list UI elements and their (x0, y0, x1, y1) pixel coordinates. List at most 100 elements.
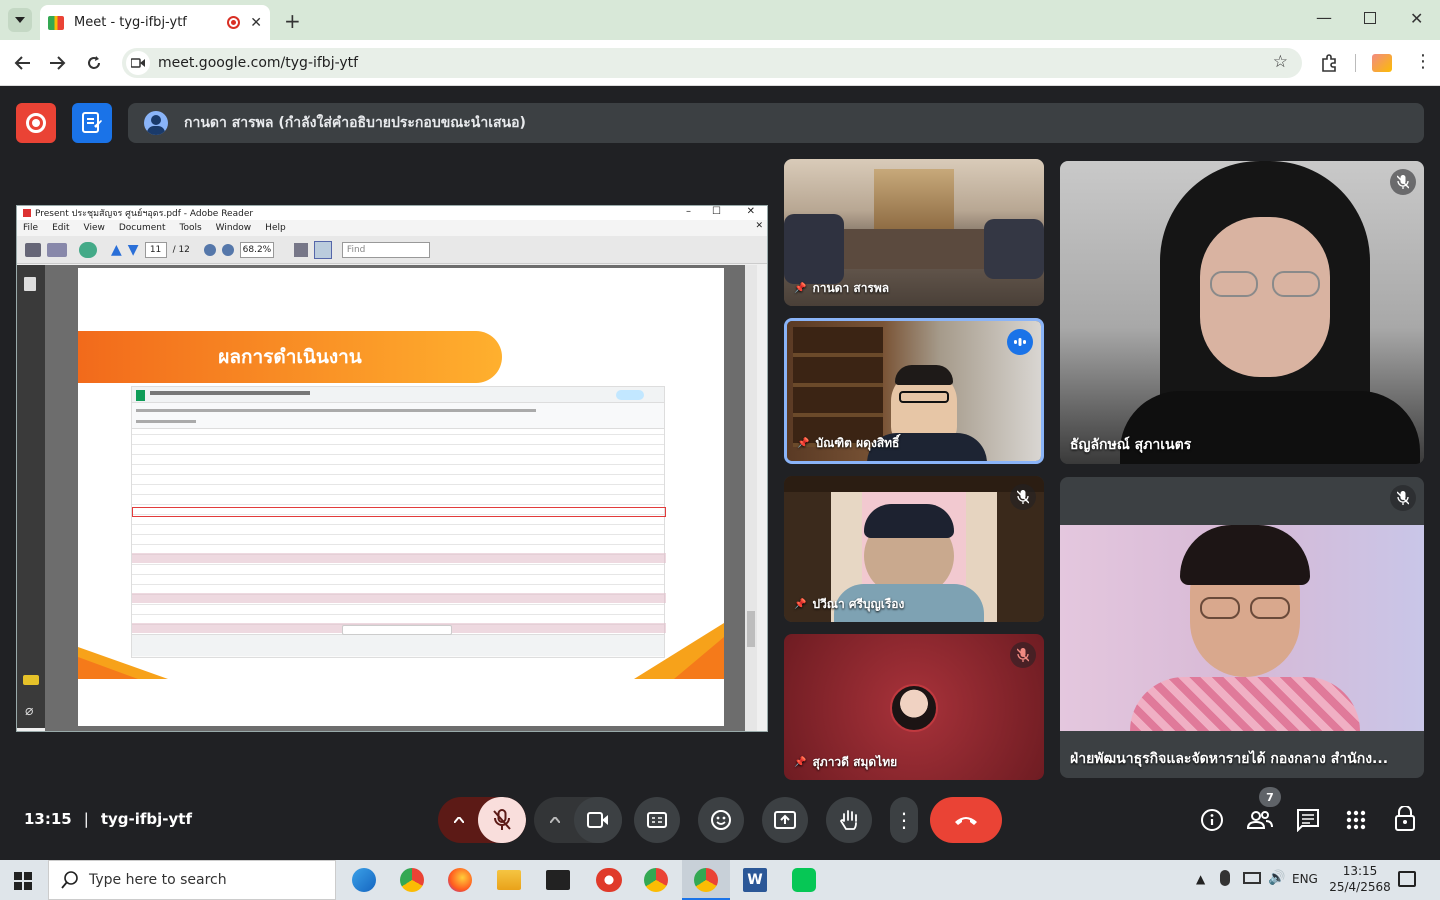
taskbar-search-box[interactable]: Type here to search (48, 860, 336, 900)
people-count-badge: 7 (1259, 787, 1281, 807)
prev-page-icon[interactable]: ▲ (111, 242, 122, 258)
participant-tile[interactable]: 📌 ปวีณา ศรีบุญเรือง (784, 476, 1044, 622)
notifications-icon[interactable] (1398, 871, 1416, 887)
extensions-icon[interactable] (1318, 52, 1340, 74)
pin-icon[interactable]: 📌 (794, 599, 806, 610)
pdf-titlebar: Present ประชุมสัญจร ศูนย์ฯอุดร.pdf - Ado… (17, 206, 767, 220)
close-window-button[interactable]: ✕ (1410, 9, 1423, 28)
pdf-doc-close-button[interactable]: ✕ (755, 221, 763, 231)
start-button[interactable] (14, 872, 32, 890)
back-button[interactable] (11, 52, 33, 74)
word-taskbar-icon[interactable]: W (743, 868, 767, 892)
participant-name: ฝ่ายพัฒนาธุรกิจและจัดหารายได้ กองกลาง สำ… (1070, 748, 1388, 770)
people-button[interactable] (1246, 808, 1274, 832)
taskbar-search-placeholder: Type here to search (89, 872, 227, 888)
participant-name: 📌 กานดา สารพล (794, 279, 889, 298)
pdf-scrollbar[interactable] (745, 265, 757, 731)
present-button[interactable] (762, 797, 808, 843)
chat-button[interactable] (1296, 808, 1320, 832)
camera-options-button[interactable] (534, 797, 576, 843)
firefox-taskbar-icon[interactable] (448, 868, 472, 892)
collaborate-icon[interactable] (79, 241, 97, 258)
mic-toggle-button[interactable] (478, 797, 526, 843)
fullscreen-icon[interactable] (313, 240, 332, 259)
pdf-menu-help[interactable]: Help (265, 223, 286, 233)
attachments-panel-icon[interactable]: ⌀ (25, 703, 33, 719)
tray-clock[interactable]: 13:15 25/4/2568 (1328, 863, 1392, 895)
captions-button[interactable] (634, 797, 680, 843)
minimize-button[interactable]: — (1316, 8, 1332, 27)
pdf-menu-window[interactable]: Window (216, 223, 252, 233)
pin-icon[interactable]: 📌 (797, 438, 809, 449)
participant-tile[interactable]: 📌 สุภาวดี สมุดไทย (784, 634, 1044, 780)
participant-tile-active-speaker[interactable]: 📌 บัณฑิต ผดุงสิทธิ์ (784, 318, 1044, 464)
zoom-level-input[interactable]: 68.2% (239, 241, 274, 258)
zoom-out-icon[interactable] (203, 243, 216, 256)
tray-volume-icon[interactable]: 🔊 (1268, 870, 1285, 886)
reactions-button[interactable] (698, 797, 744, 843)
raise-hand-button[interactable] (826, 797, 872, 843)
tray-network-icon[interactable] (1243, 872, 1261, 884)
more-options-button[interactable]: ⋮ (890, 797, 918, 843)
muted-indicator (1390, 485, 1416, 511)
muted-indicator (1010, 642, 1036, 668)
pin-icon[interactable]: 📌 (794, 283, 806, 294)
tray-overflow-icon[interactable]: ▲ (1196, 872, 1205, 886)
profile-avatar[interactable] (1372, 54, 1392, 72)
pdf-menu-document[interactable]: Document (119, 223, 166, 233)
print-icon[interactable] (25, 242, 41, 257)
pdf-minimize-button[interactable]: – (686, 206, 691, 217)
pdf-app-icon (23, 209, 31, 217)
acrobat-taskbar-icon[interactable] (596, 868, 622, 892)
find-input[interactable]: Find (341, 241, 430, 258)
zoom-in-icon[interactable] (221, 243, 234, 256)
bookmark-star-icon[interactable]: ☆ (1273, 52, 1288, 72)
camera-toggle-button[interactable] (574, 797, 622, 843)
notes-button[interactable] (72, 103, 112, 143)
meeting-info-button[interactable] (1200, 808, 1224, 832)
chrome-taskbar-icon[interactable] (400, 868, 424, 892)
next-page-icon[interactable]: ▼ (128, 242, 139, 258)
recording-indicator-icon (227, 16, 241, 29)
participant-tile[interactable]: ธัญลักษณ์ สุภาเนตร (1060, 161, 1424, 464)
site-camera-icon[interactable] (126, 51, 150, 75)
chrome-profile-taskbar-icon[interactable] (644, 868, 668, 892)
page-number-input[interactable]: 11 (144, 241, 167, 258)
presenter-label: กานดา สารพล (กำลังใส่คำอธิบายประกอบขณะนำ… (184, 115, 526, 131)
new-tab-button[interactable]: + (284, 9, 301, 33)
active-chrome-taskbar-item[interactable] (682, 860, 730, 900)
pdf-maximize-button[interactable]: ☐ (712, 206, 721, 217)
fit-page-icon[interactable] (293, 242, 308, 257)
tray-language[interactable]: ENG (1292, 872, 1318, 886)
active-tab[interactable]: Meet - tyg-ifbj-ytf ✕ (40, 5, 270, 40)
host-controls-button[interactable] (1394, 806, 1416, 832)
pdf-menu-edit[interactable]: Edit (52, 223, 69, 233)
mic-options-button[interactable] (438, 797, 480, 843)
browser-menu-icon[interactable]: ⋮ (1414, 52, 1432, 72)
notes-icon (82, 112, 102, 133)
reload-button[interactable] (83, 52, 105, 74)
file-explorer-taskbar-icon[interactable] (497, 870, 521, 890)
comments-panel-icon[interactable] (23, 675, 39, 685)
line-taskbar-icon[interactable] (792, 868, 816, 892)
pin-icon[interactable]: 📌 (794, 757, 806, 768)
tab-search-button[interactable] (8, 8, 32, 32)
activities-button[interactable] (1346, 810, 1366, 830)
participant-tile[interactable]: ฝ่ายพัฒนาธุรกิจและจัดหารายได้ กองกลาง สำ… (1060, 477, 1424, 778)
pdf-menu-tools[interactable]: Tools (180, 223, 202, 233)
pdf-menu-file[interactable]: File (23, 223, 38, 233)
pdf-menu-view[interactable]: View (84, 223, 105, 233)
ie-taskbar-icon[interactable] (352, 868, 376, 892)
pdf-close-button[interactable]: ✕ (747, 206, 755, 217)
forward-button[interactable] (47, 52, 69, 74)
close-tab-icon[interactable]: ✕ (250, 15, 262, 31)
participant-tile[interactable]: 📌 กานดา สารพล (784, 159, 1044, 306)
recording-button[interactable] (16, 103, 56, 143)
address-bar[interactable]: meet.google.com/tyg-ifbj-ytf ☆ (122, 48, 1302, 78)
share-icon[interactable] (47, 242, 67, 257)
tray-mic-icon[interactable] (1220, 870, 1230, 886)
terminal-taskbar-icon[interactable] (546, 870, 570, 890)
maximize-button[interactable] (1364, 12, 1376, 24)
leave-call-button[interactable] (930, 797, 1002, 843)
pages-panel-icon[interactable] (24, 277, 36, 291)
